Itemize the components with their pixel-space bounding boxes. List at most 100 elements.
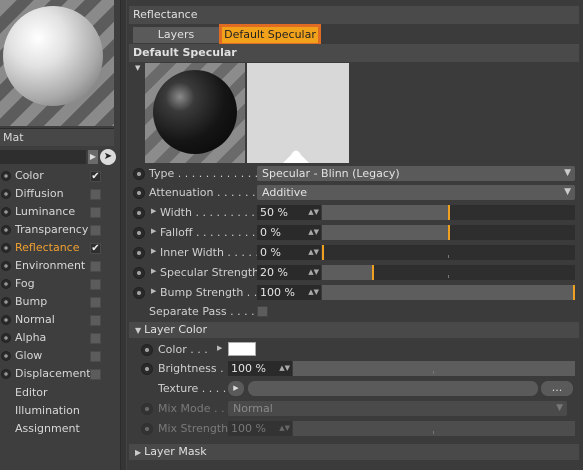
channel-displacement[interactable]: Displacement [0, 365, 116, 383]
channel-glow[interactable]: Glow [0, 347, 116, 365]
type-radio[interactable] [133, 168, 145, 180]
texture-field[interactable] [248, 381, 538, 396]
tab-layers[interactable]: Layers [133, 27, 219, 43]
stepper-icon[interactable]: ▲▼ [308, 205, 319, 220]
brightness-input[interactable]: 100 % ▲▼ [228, 361, 292, 376]
channel-luminance[interactable]: Luminance [0, 203, 116, 221]
channel-radio[interactable] [1, 369, 11, 379]
material-name[interactable]: Mat [0, 128, 114, 146]
channel-checkbox[interactable] [90, 225, 101, 236]
channel-checkbox[interactable] [90, 207, 101, 218]
separate-pass-row: Separate Pass . . . . . [129, 303, 579, 321]
channel-checkbox[interactable] [90, 279, 101, 290]
sidebar-item-editor[interactable]: Editor [15, 386, 48, 399]
section-title: Default Specular [129, 44, 579, 62]
pointer-icon[interactable]: ➤ [100, 149, 116, 165]
bump-strength-slider[interactable] [322, 285, 575, 300]
channel-checkbox[interactable] [90, 189, 101, 200]
width-label: Width [160, 206, 192, 219]
channel-checkbox[interactable] [90, 333, 101, 344]
material-sidebar: Mat ▶ ➤ Color · · · ✔ Diffusion Luminance … [0, 0, 120, 470]
expand-triangle-icon[interactable]: ▶ [151, 287, 156, 295]
channel-checkbox[interactable] [90, 315, 101, 326]
tab-default-specular[interactable]: Default Specular [219, 24, 321, 46]
layer-color-header[interactable]: ▼ Layer Color [129, 322, 579, 338]
falloff-radio[interactable] [133, 227, 145, 239]
arrow-right-icon[interactable]: ▶ [88, 150, 98, 164]
channel-radio[interactable] [1, 225, 11, 235]
attenuation-radio[interactable] [133, 187, 145, 199]
stepper-icon[interactable]: ▲▼ [279, 361, 290, 376]
texture-browse-button[interactable]: ... [541, 381, 573, 396]
channel-checkbox[interactable] [90, 297, 101, 308]
mix-mode-row: Mix Mode . . Normal ▼ [129, 400, 579, 418]
mix-mode-label: Mix Mode [158, 402, 211, 415]
color-swatch[interactable] [228, 342, 256, 356]
bump-strength-input[interactable]: 100 % ▲▼ [257, 285, 321, 300]
type-dropdown[interactable]: Specular - Blinn (Legacy) ▼ [257, 166, 575, 181]
channel-radio[interactable] [1, 243, 11, 253]
channel-radio[interactable] [1, 171, 11, 181]
width-slider[interactable] [322, 205, 575, 220]
width-radio[interactable] [133, 207, 145, 219]
specular-strength-slider[interactable] [322, 265, 575, 280]
channel-radio[interactable] [1, 297, 11, 307]
channel-reflectance[interactable]: Reflectance ✔ [0, 239, 116, 257]
stepper-icon[interactable]: ▲▼ [308, 265, 319, 280]
brightness-slider[interactable] [293, 361, 575, 376]
channel-transparency[interactable]: Transparency [0, 221, 116, 239]
channel-fog[interactable]: Fog [0, 275, 116, 293]
brightness-radio[interactable] [141, 363, 153, 375]
stepper-icon: ▲▼ [279, 424, 290, 432]
channel-checkbox[interactable]: ✔ [90, 243, 101, 254]
expand-triangle-icon[interactable]: ▶ [151, 267, 156, 275]
inner-width-radio[interactable] [133, 247, 145, 259]
layer-mask-header[interactable]: ▶ Layer Mask [129, 444, 579, 460]
channel-normal[interactable]: Normal [0, 311, 116, 329]
expand-triangle-icon[interactable]: ▶ [151, 247, 156, 255]
falloff-input[interactable]: 0 % ▲▼ [257, 225, 321, 240]
channel-color[interactable]: Color · · · ✔ [0, 167, 116, 185]
channel-radio[interactable] [1, 261, 11, 271]
inner-width-input[interactable]: 0 % ▲▼ [257, 245, 321, 260]
texture-arrow-icon[interactable]: ▶ [228, 381, 244, 396]
falloff-slider[interactable] [322, 225, 575, 240]
channel-bump[interactable]: Bump [0, 293, 116, 311]
expand-triangle-icon[interactable]: ▶ [151, 207, 156, 215]
channel-radio[interactable] [1, 315, 11, 325]
inner-width-slider[interactable] [322, 245, 575, 260]
panel-divider[interactable] [120, 0, 127, 470]
channel-checkbox[interactable] [90, 351, 101, 362]
channel-radio[interactable] [1, 279, 11, 289]
channel-radio[interactable] [1, 351, 11, 361]
width-input[interactable]: 50 % ▲▼ [257, 205, 321, 220]
channel-checkbox[interactable]: ✔ [90, 171, 101, 182]
sidebar-item-illumination[interactable]: Illumination [15, 404, 80, 417]
stepper-icon[interactable]: ▲▼ [308, 225, 319, 240]
attenuation-dropdown[interactable]: Additive ▼ [257, 185, 575, 200]
bump-strength-radio[interactable] [133, 287, 145, 299]
specular-strength-radio[interactable] [133, 267, 145, 279]
material-name-field[interactable] [0, 150, 86, 164]
sidebar-item-assignment[interactable]: Assignment [15, 422, 80, 435]
channel-checkbox[interactable] [90, 369, 101, 380]
separate-pass-checkbox[interactable] [257, 306, 268, 317]
channel-radio[interactable] [1, 207, 11, 217]
mix-strength-radio [141, 423, 153, 435]
layer-color-row: Color . . . ▶ [129, 341, 579, 359]
channel-environment[interactable]: Environment [0, 257, 116, 275]
expand-triangle-icon[interactable]: ▶ [217, 344, 222, 352]
color-radio[interactable] [141, 344, 153, 356]
channel-alpha[interactable]: Alpha [0, 329, 116, 347]
channel-radio[interactable] [1, 333, 11, 343]
channel-diffusion[interactable]: Diffusion [0, 185, 116, 203]
expand-triangle-icon[interactable]: ▶ [151, 227, 156, 235]
channel-radio[interactable] [1, 189, 11, 199]
collapse-triangle-icon[interactable]: ▼ [135, 64, 140, 72]
material-preview[interactable] [0, 0, 114, 126]
specular-strength-input[interactable]: 20 % ▲▼ [257, 265, 321, 280]
stepper-icon[interactable]: ▲▼ [308, 245, 319, 260]
stepper-icon[interactable]: ▲▼ [308, 285, 319, 300]
falloff-label: Falloff [160, 226, 193, 239]
channel-checkbox[interactable] [90, 261, 101, 272]
